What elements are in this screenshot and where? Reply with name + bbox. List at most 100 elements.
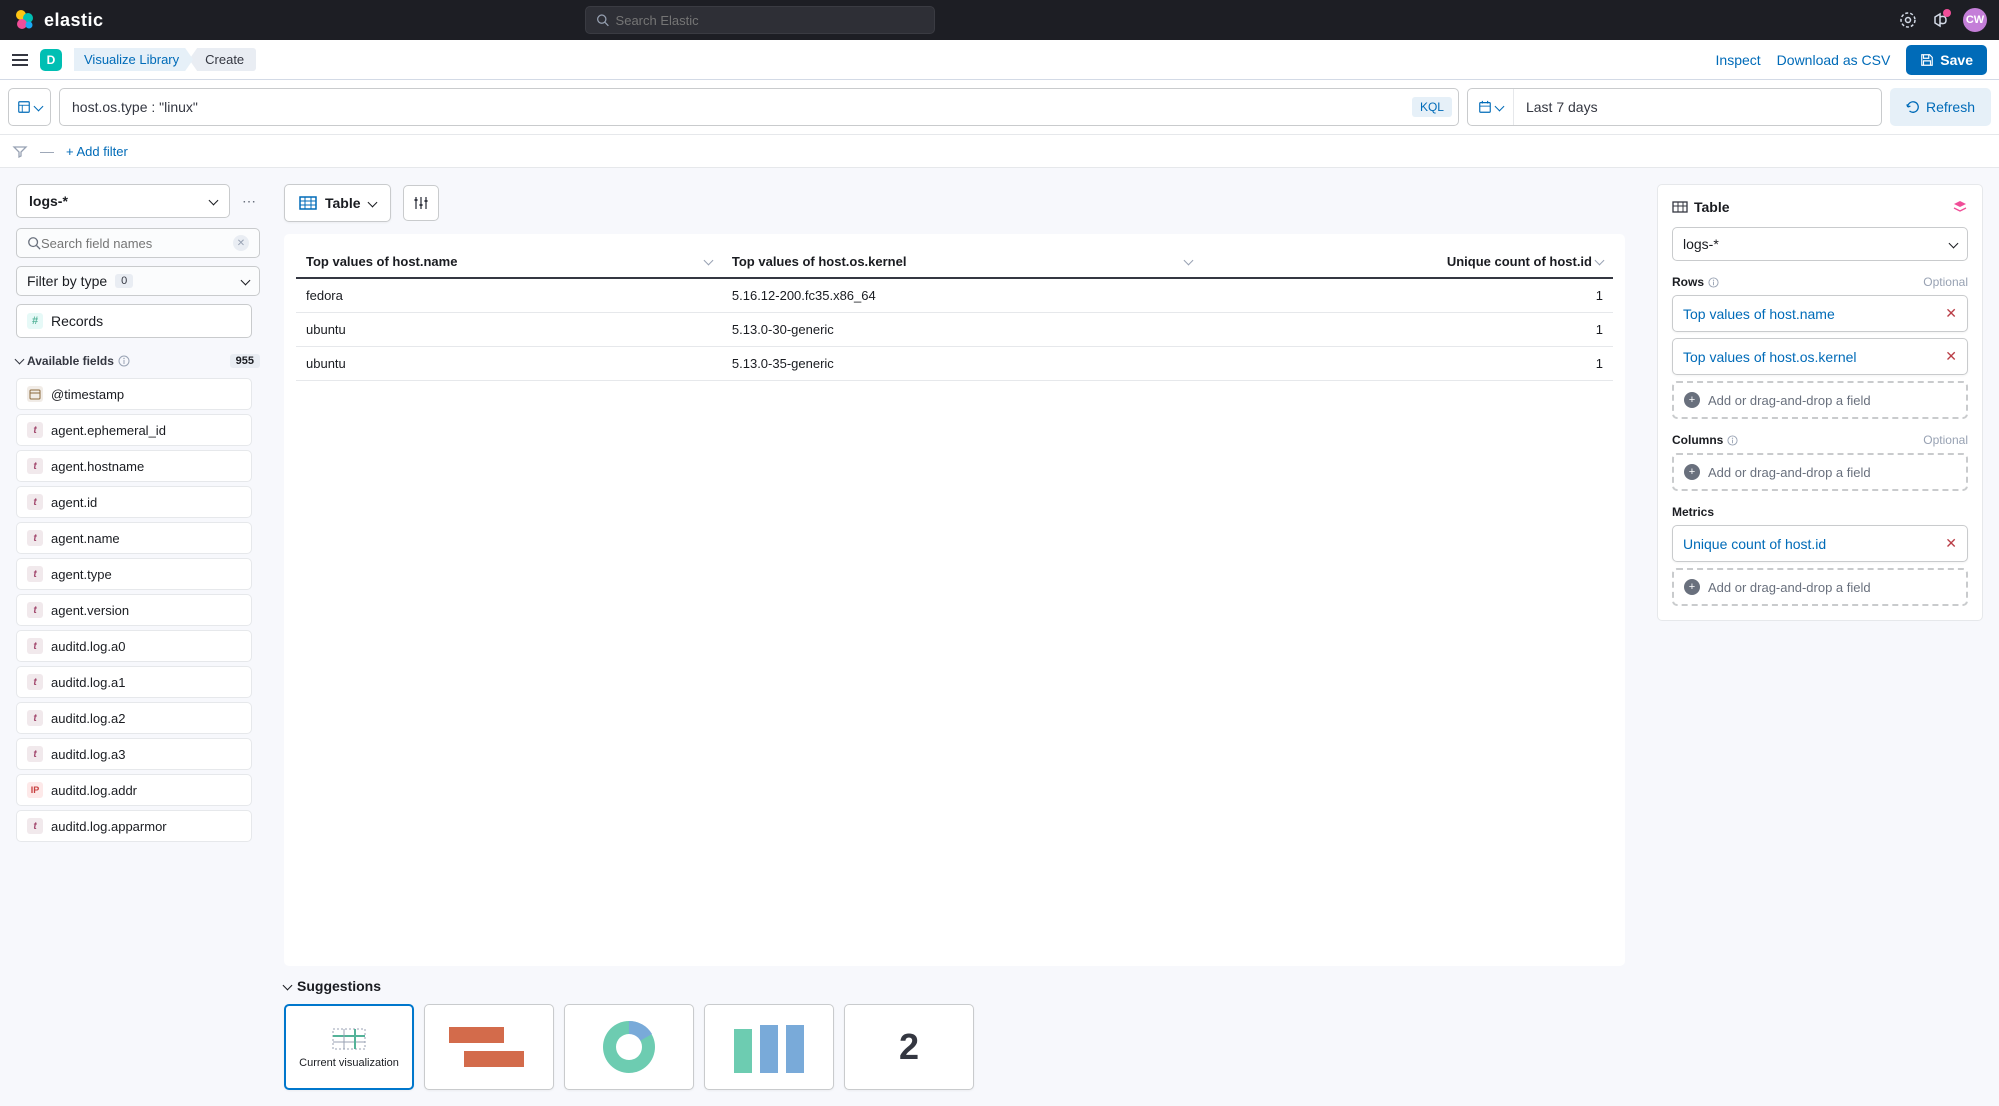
logo-text: elastic [44,10,104,31]
date-quick-select-button[interactable] [1468,89,1514,125]
table-cell[interactable]: ubuntu [296,313,722,347]
field-item[interactable]: tagent.name [16,522,252,554]
field-item[interactable]: tauditd.log.a1 [16,666,252,698]
field-name: auditd.log.addr [51,783,137,798]
chevron-down-icon [35,99,42,115]
text-type-icon: t [27,566,43,582]
table-cell[interactable]: 5.13.0-35-generic [722,347,1202,381]
save-icon [1920,53,1934,67]
text-type-icon: t [27,494,43,510]
filter-bar: — + Add filter [0,135,1999,168]
query-input[interactable] [72,99,1446,115]
dimension-row[interactable]: Top values of host.os.kernel✕ [1672,338,1968,375]
breadcrumb-link[interactable]: Visualize Library [74,48,193,71]
help-icon[interactable] [1899,11,1917,29]
table-cell[interactable]: 5.13.0-30-generic [722,313,1202,347]
table-header[interactable]: Top values of host.name [296,246,722,278]
chevron-down-icon [284,978,291,994]
date-type-icon [27,386,43,402]
suggestion-bar[interactable] [704,1004,834,1090]
table-cell[interactable]: 5.16.12-200.fc35.x86_64 [722,278,1202,313]
text-type-icon: t [27,710,43,726]
remove-icon[interactable]: ✕ [1945,348,1957,365]
suggestion-metric[interactable]: 2 [844,1004,974,1090]
filter-by-type-select[interactable]: Filter by type 0 [16,266,260,296]
add-row-dropzone[interactable]: +Add or drag-and-drop a field [1672,381,1968,419]
number-type-icon: # [27,313,43,329]
remove-icon[interactable]: ✕ [1945,535,1957,552]
text-type-icon: t [27,746,43,762]
layer-dataview-select[interactable]: logs-* [1672,227,1968,261]
nav-toggle-icon[interactable] [12,54,28,66]
chevron-down-icon [369,195,376,211]
vis-settings-button[interactable] [403,185,439,221]
table-cell[interactable]: fedora [296,278,722,313]
available-fields-header[interactable]: Available fields 955 [16,350,260,372]
dimension-metric[interactable]: Unique count of host.id✕ [1672,525,1968,562]
calendar-icon [1478,100,1492,114]
add-filter-link[interactable]: + Add filter [66,144,128,159]
user-avatar[interactable]: CW [1963,8,1987,32]
field-name: auditd.log.apparmor [51,819,167,834]
text-type-icon: t [27,818,43,834]
plus-icon: + [1684,464,1700,480]
inspect-link[interactable]: Inspect [1716,52,1761,68]
field-search-input[interactable] [41,236,233,251]
query-input-wrapper: KQL [59,88,1459,126]
records-item[interactable]: # Records [16,304,252,338]
query-lang-badge[interactable]: KQL [1412,97,1452,117]
suggestion-donut[interactable] [564,1004,694,1090]
table-cell[interactable]: 1 [1202,313,1613,347]
breadcrumb: Visualize Library Create [74,48,256,71]
elastic-logo-icon [12,8,36,32]
layer-remove-icon[interactable] [1952,199,1968,215]
table-cell[interactable]: 1 [1202,347,1613,381]
save-button[interactable]: Save [1906,45,1987,75]
table-row: ubuntu5.13.0-35-generic1 [296,347,1613,381]
table-cell[interactable]: 1 [1202,278,1613,313]
refresh-button[interactable]: Refresh [1890,88,1991,126]
field-item[interactable]: tagent.id [16,486,252,518]
dataview-more-icon[interactable]: ⋯ [238,189,260,214]
global-search[interactable] [585,6,935,34]
donut-thumb-icon [594,1012,664,1082]
suggestion-current[interactable]: Current visualization [284,1004,414,1090]
add-column-dropzone[interactable]: +Add or drag-and-drop a field [1672,453,1968,491]
top-header: elastic CW [0,0,1999,40]
remove-icon[interactable]: ✕ [1945,305,1957,322]
suggestions-toggle[interactable]: Suggestions [284,978,1625,994]
table-header[interactable]: Top values of host.os.kernel [722,246,1202,278]
field-item[interactable]: tagent.version [16,594,252,626]
field-item[interactable]: tauditd.log.a2 [16,702,252,734]
field-item[interactable]: tauditd.log.a3 [16,738,252,770]
filter-options-icon[interactable] [12,143,28,159]
field-name: agent.hostname [51,459,144,474]
field-item[interactable]: tagent.ephemeral_id [16,414,252,446]
add-metric-dropzone[interactable]: +Add or drag-and-drop a field [1672,568,1968,606]
date-range-value[interactable]: Last 7 days [1514,99,1610,115]
dimension-row[interactable]: Top values of host.name✕ [1672,295,1968,332]
suggestion-stacked-bar[interactable] [424,1004,554,1090]
clear-icon[interactable]: ✕ [233,235,249,251]
field-item[interactable]: @timestamp [16,378,252,410]
chevron-down-icon [16,354,23,368]
table-header[interactable]: Unique count of host.id [1202,246,1613,278]
chart-type-switch[interactable]: Table [284,184,391,222]
field-item[interactable]: tauditd.log.a0 [16,630,252,662]
dataview-select[interactable]: logs-* [16,184,230,218]
chevron-down-icon [210,193,217,209]
field-item[interactable]: tagent.type [16,558,252,590]
field-item[interactable]: IPauditd.log.addr [16,774,252,806]
table-cell[interactable]: ubuntu [296,347,722,381]
dataview-switch-button[interactable] [8,88,51,126]
download-csv-link[interactable]: Download as CSV [1777,52,1891,68]
newsfeed-icon[interactable] [1931,11,1949,29]
field-item[interactable]: tagent.hostname [16,450,252,482]
chevron-down-icon [1496,99,1503,115]
global-search-input[interactable] [616,13,925,28]
space-selector[interactable]: D [40,49,62,71]
field-item[interactable]: t auditd.log.apparmor [16,810,252,842]
text-type-icon: t [27,422,43,438]
info-icon [118,355,130,367]
text-type-icon: t [27,674,43,690]
